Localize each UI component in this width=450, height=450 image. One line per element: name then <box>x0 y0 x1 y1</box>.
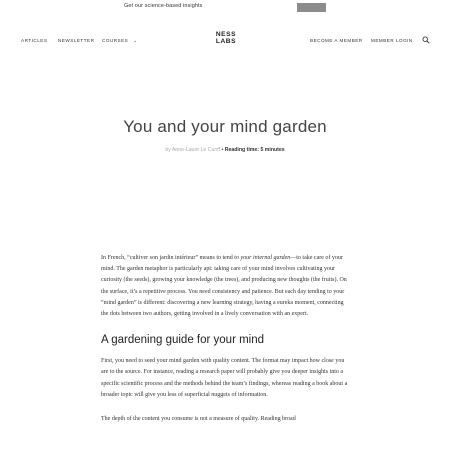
p1-italic: your internal garden <box>240 255 291 261</box>
article-body: In French, “cultiver son jardin intérieu… <box>101 253 351 438</box>
announcement-signup-field[interactable] <box>297 3 326 12</box>
p1-middle: means to tend to <box>197 255 241 261</box>
page: Get our science-based insights Articles … <box>0 0 450 450</box>
page-title: You and your mind garden <box>123 117 327 136</box>
nav-become-member[interactable]: Become a member <box>310 38 363 43</box>
section-heading: A gardening guide for your mind <box>101 334 265 347</box>
nav-member-login[interactable]: Member login <box>371 38 413 43</box>
nav-courses[interactable]: Courses ⌄ <box>102 38 138 44</box>
nav-courses-label: Courses <box>102 38 129 43</box>
author-link[interactable]: by Anne-Laure Le Cunff <box>165 147 220 153</box>
main-nav: Articles Newsletter Courses ⌄ NESS LABS B… <box>0 28 450 52</box>
article-paragraph: In French, “cultiver son jardin intérieu… <box>101 253 351 320</box>
logo-line-1: NESS <box>215 31 237 38</box>
nav-newsletter[interactable]: Newsletter <box>58 38 94 43</box>
p1-quote: “cultiver son jardin intérieur” <box>127 255 198 261</box>
announcement-bar: Get our science-based insights <box>0 0 450 14</box>
logo-line-2: LABS <box>215 38 237 45</box>
reading-time: Reading time: 5 minutes <box>224 147 285 153</box>
p1-prefix: In French, <box>101 255 128 261</box>
article-meta: by Anne-Laure Le Cunff • Reading time: 5… <box>0 147 450 153</box>
nav-articles[interactable]: Articles <box>21 38 47 43</box>
p1-rest: —to take care of your mind. The garden m… <box>101 255 347 318</box>
announcement-text: Get our science-based insights <box>124 3 203 9</box>
article-paragraph: First, you need to seed your mind garden… <box>101 358 348 398</box>
ness-labs-logo[interactable]: NESS LABS <box>214 31 238 45</box>
chevron-down-icon: ⌄ <box>133 38 138 43</box>
search-icon[interactable] <box>422 36 430 44</box>
article-paragraph: The depth of the content you consume is … <box>101 416 296 423</box>
